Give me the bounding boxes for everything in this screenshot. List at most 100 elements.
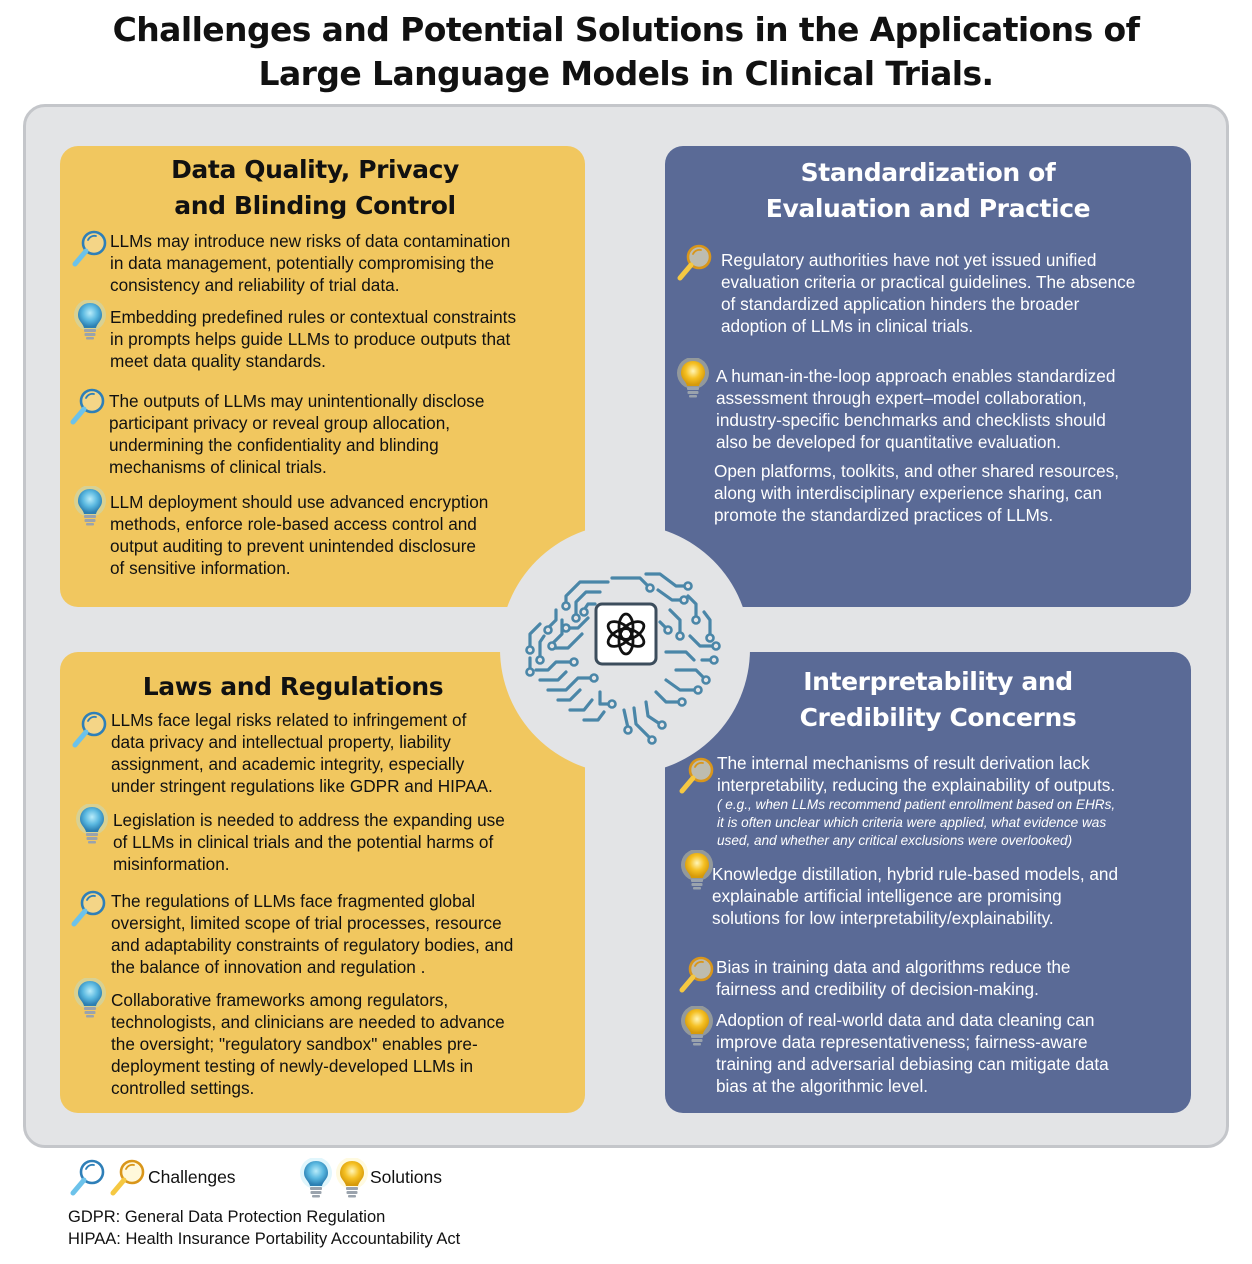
item-text-line: of LLMs in clinical trials and the poten… — [113, 832, 494, 852]
item-text-line: methods, enforce role-based access contr… — [110, 514, 477, 534]
panel-heading: Standardization of Evaluation and Practi… — [765, 158, 1091, 223]
solution-item: Legislation is needed to address the exp… — [113, 809, 505, 875]
item-text-line: also be developed for quantitative evalu… — [716, 432, 1061, 452]
item-text-line: deployment testing of newly-developed LL… — [111, 1056, 474, 1076]
item-text-line: along with interdisciplinary experience … — [714, 483, 1102, 503]
challenge-item: The regulations of LLMs face fragmented … — [111, 890, 513, 978]
item-text-line: LLMs may introduce new risks of data con… — [110, 231, 511, 251]
item-text-line: LLM deployment should use advanced encry… — [110, 492, 489, 512]
item-text-line: adoption of LLMs in clinical trials. — [721, 316, 974, 336]
lightbulb-icon — [74, 978, 106, 1018]
lightbulb-icon — [336, 1158, 368, 1198]
item-text-line: The regulations of LLMs face fragmented … — [111, 891, 476, 911]
abbreviation-hipaa: HIPAA: Health Insurance Portability Acco… — [68, 1230, 461, 1248]
challenge-item: The outputs of LLMs may unintentionally … — [109, 390, 484, 478]
item-text-line: Bias in training data and algorithms red… — [716, 957, 1071, 977]
item-text-line: Regulatory authorities have not yet issu… — [721, 250, 1097, 270]
solution-item: Embedding predefined rules or contextual… — [110, 306, 516, 372]
item-text-line: evaluation criteria or practical guideli… — [721, 272, 1136, 292]
lightbulb-icon — [677, 358, 709, 398]
item-text-line: the balance of innovation and regulation… — [111, 957, 426, 977]
item-text-line: oversight, limited scope of trial proces… — [111, 913, 502, 933]
item-text-line: Open platforms, toolkits, and other shar… — [714, 461, 1120, 481]
magnifier-icon — [70, 228, 110, 268]
item-text-line: under stringent regulations like GDPR an… — [111, 776, 493, 796]
magnifier-icon — [70, 709, 110, 749]
magnifier-icon — [108, 1157, 148, 1197]
item-text-line: in data management, potentially compromi… — [110, 253, 495, 273]
solution-item: Knowledge distillation, hybrid rule-base… — [712, 863, 1118, 929]
item-text-line: Collaborative frameworks among regulator… — [111, 990, 449, 1010]
item-text-line: in prompts helps guide LLMs to produce o… — [110, 329, 511, 349]
item-text-line: the oversight; "regulatory sandbox" enab… — [111, 1034, 478, 1054]
lightbulb-icon — [74, 300, 106, 340]
page-title: Challenges and Potential Solutions in th… — [0, 8, 1252, 96]
item-text-line: LLMs face legal risks related to infring… — [111, 710, 467, 730]
solution-item: Collaborative frameworks among regulator… — [111, 989, 505, 1099]
magnifier-icon — [677, 954, 717, 994]
challenge-item: Bias in training data and algorithms red… — [716, 956, 1070, 1000]
item-text-line: technologists, and clinicians are needed… — [111, 1012, 505, 1032]
item-text-line: meet data quality standards. — [110, 351, 326, 371]
item-text-line: of standardized application hinders the … — [721, 294, 1080, 314]
item-text-line: The internal mechanisms of result deriva… — [717, 753, 1090, 773]
item-text-line: A human-in-the-loop approach enables sta… — [716, 366, 1116, 386]
lightbulb-icon — [681, 850, 713, 890]
item-text-line: consistency and reliability of trial dat… — [110, 275, 400, 295]
abbreviation-gdpr: GDPR: General Data Protection Regulation — [68, 1208, 386, 1226]
item-text-line: and adaptability constraints of regulato… — [111, 935, 514, 955]
title-line-1: Challenges and Potential Solutions in th… — [112, 10, 1140, 49]
challenge-item: LLMs face legal risks related to infring… — [111, 709, 493, 797]
center-circle — [500, 524, 750, 774]
solution-item: Open platforms, toolkits, and other shar… — [714, 460, 1119, 526]
item-text-line: solutions for low interpretability/expla… — [712, 908, 1054, 928]
item-text-line: output auditing to prevent unintended di… — [110, 536, 476, 556]
title-line-2: Large Language Models in Clinical Trials… — [258, 54, 994, 93]
legend-challenges: Challenges — [148, 1167, 236, 1187]
legend-solutions: Solutions — [370, 1167, 442, 1187]
item-text-line: improve data representativeness; fairnes… — [716, 1032, 1088, 1052]
item-text-line: Legislation is needed to address the exp… — [113, 810, 505, 830]
magnifier-icon — [68, 1157, 108, 1197]
item-text-line: participant privacy or reveal group allo… — [109, 413, 451, 433]
item-text-line: undermining the confidentiality and blin… — [109, 435, 439, 455]
lightbulb-icon — [74, 486, 106, 526]
ai-brain-circuit-icon — [525, 572, 721, 745]
panel-heading: Laws and Regulations — [142, 672, 444, 701]
example-note-line: it is often unclear which criteria were … — [717, 815, 1107, 830]
item-text-line: assessment through expert–model collabor… — [716, 388, 1087, 408]
item-text-line: industry-specific benchmarks and checkli… — [716, 410, 1106, 430]
solution-item: Adoption of real-world data and data cle… — [716, 1009, 1109, 1097]
item-text-line: promote the standardized practices of LL… — [714, 505, 1054, 525]
item-text-line: training and adversarial debiasing can m… — [716, 1054, 1109, 1074]
magnifier-icon — [69, 888, 109, 928]
challenge-item: Regulatory authorities have not yet issu… — [721, 249, 1135, 337]
item-text-line: of sensitive information. — [110, 558, 291, 578]
panel-heading: Interpretability and Credibility Concern… — [799, 667, 1077, 732]
example-note-line: used, and whether any critical exclusion… — [717, 833, 1073, 848]
panel-heading: Data Quality, Privacy and Blinding Contr… — [171, 155, 459, 220]
item-text-line: bias at the algorithmic level. — [716, 1076, 929, 1096]
solution-item: A human-in-the-loop approach enables sta… — [716, 365, 1115, 453]
item-text-line: Knowledge distillation, hybrid rule-base… — [712, 864, 1119, 884]
challenge-item: The internal mechanisms of result deriva… — [717, 752, 1115, 850]
item-text-line: Adoption of real-world data and data cle… — [716, 1010, 1095, 1030]
item-text-line: misinformation. — [113, 854, 230, 874]
item-text-line: assignment, and academic integrity, espe… — [111, 754, 465, 774]
challenge-item: LLMs may introduce new risks of data con… — [110, 230, 510, 296]
lightbulb-icon — [681, 1006, 713, 1046]
solution-item: LLM deployment should use advanced encry… — [110, 491, 488, 579]
example-note-line: ( e.g., when LLMs recommend patient enro… — [717, 797, 1116, 812]
magnifier-icon — [675, 242, 715, 282]
item-text-line: explainable artificial intelligence are … — [712, 886, 1062, 906]
item-text-line: interpretability, reducing the explainab… — [717, 775, 1116, 795]
item-text-line: The outputs of LLMs may unintentionally … — [109, 391, 485, 411]
item-text-line: Embedding predefined rules or contextual… — [110, 307, 517, 327]
item-text-line: fairness and credibility of decision-mak… — [716, 979, 1039, 999]
lightbulb-icon — [300, 1158, 332, 1198]
magnifier-icon — [68, 386, 108, 426]
item-text-line: data privacy and intellectual property, … — [111, 732, 451, 752]
item-text-line: mechanisms of clinical trials. — [109, 457, 327, 477]
item-text-line: controlled settings. — [111, 1078, 255, 1098]
lightbulb-icon — [76, 804, 108, 844]
